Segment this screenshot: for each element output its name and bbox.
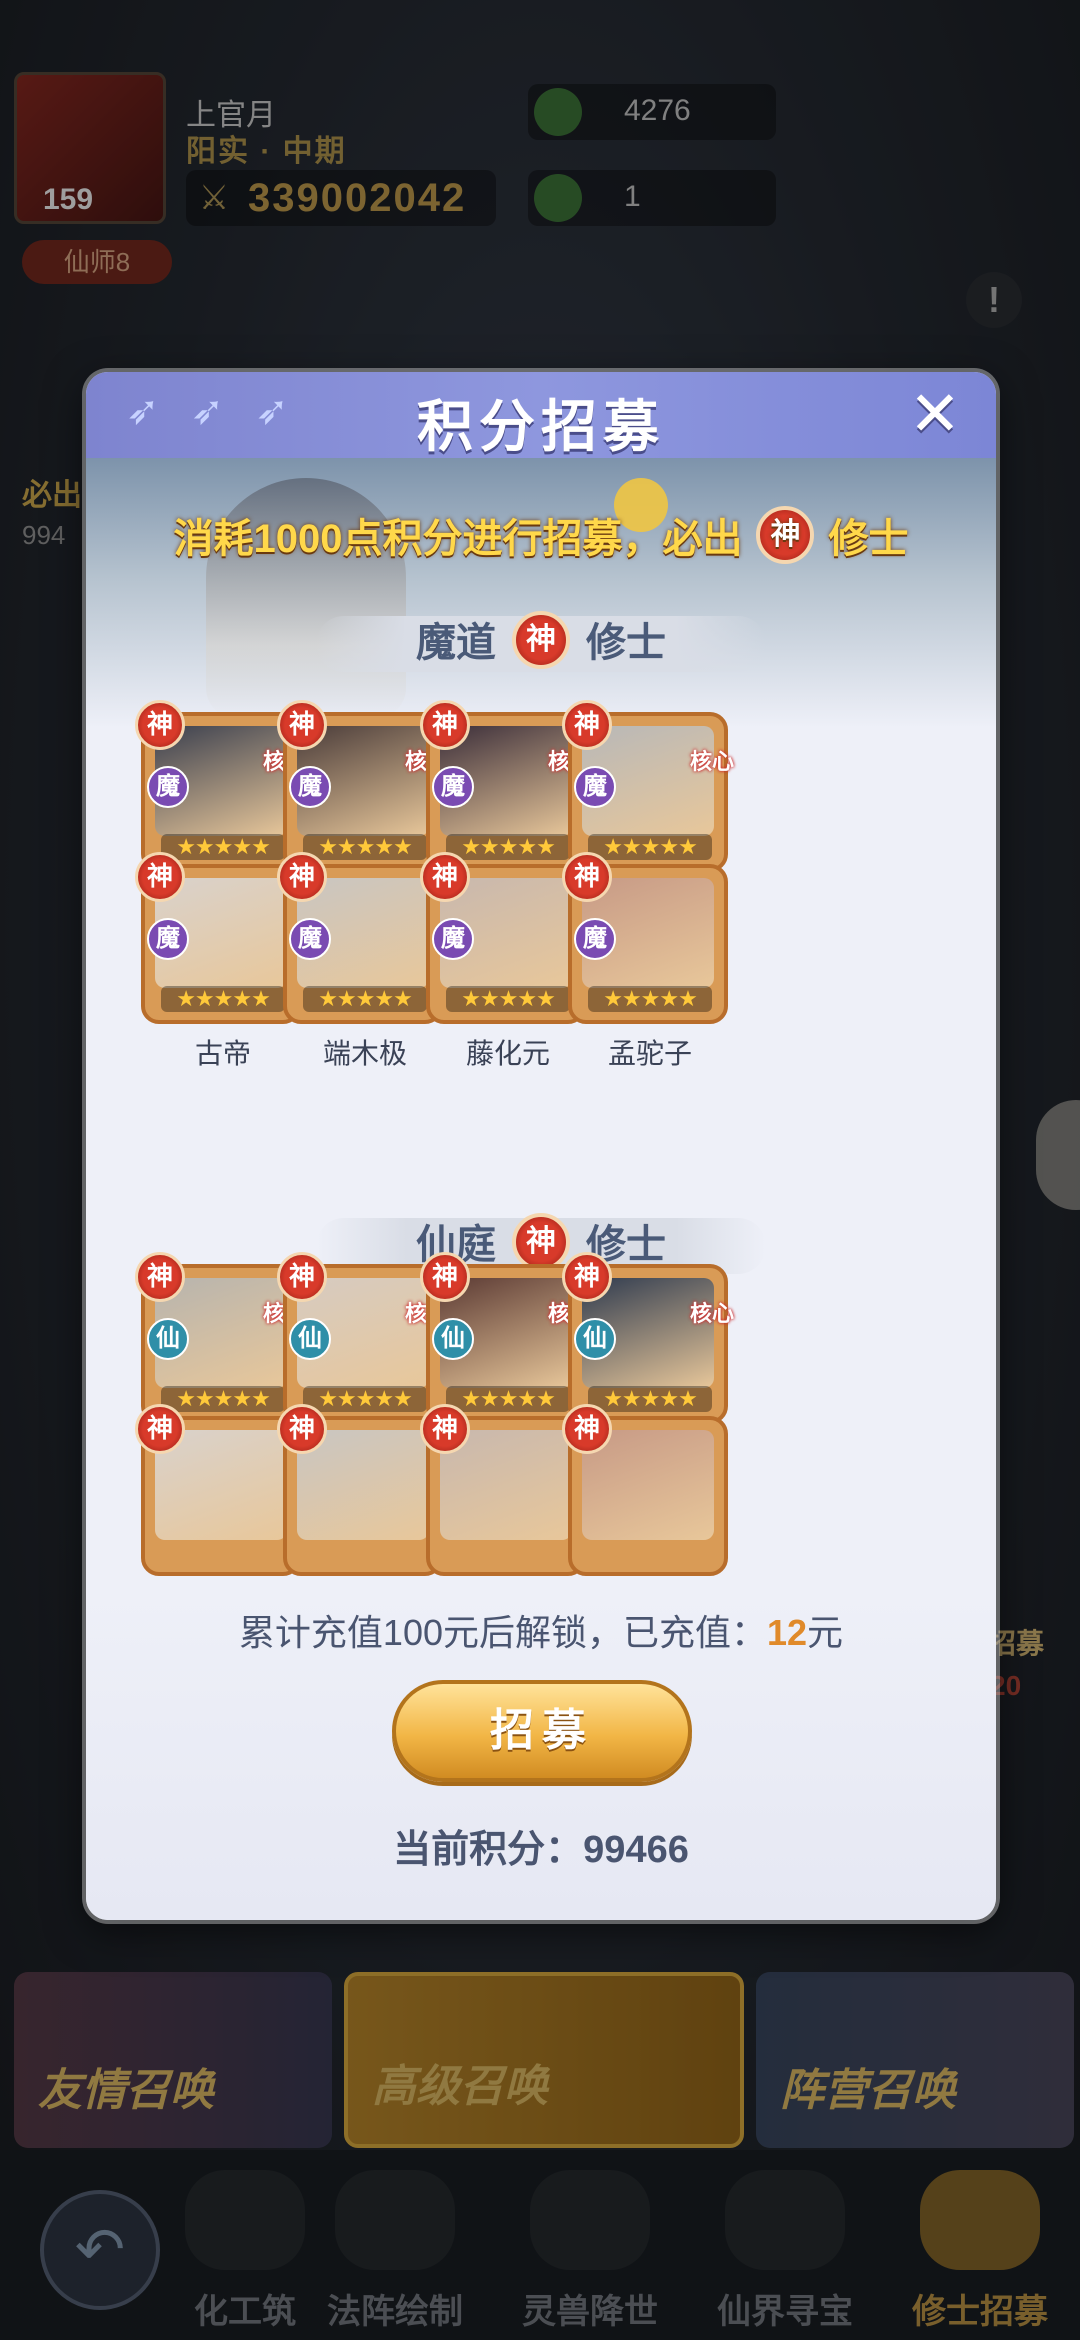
hero-card-partial[interactable]: 神 [562,1404,732,1576]
god-badge-icon: 神 [562,700,612,750]
faction-icon: 魔 [147,918,189,960]
current-points: 当前积分：99466 [393,1829,689,1871]
god-badge-icon: 神 [512,610,570,669]
hero-card[interactable]: ★★★★★神魔核心藤一 [562,700,734,917]
god-badge-icon: 神 [420,700,470,750]
faction-icon: 仙 [432,1318,474,1360]
hero-card[interactable]: ★★★★★ 神魔孟驼子 [562,852,732,1069]
faction-icon: 仙 [289,1318,331,1360]
core-tag: 核心 [689,749,734,774]
star-rating: ★★★★★ [588,986,712,1012]
star-rating: ★★★★★ [446,986,570,1012]
faction-icon: 魔 [574,766,616,808]
god-badge-icon: 神 [135,700,185,750]
faction-icon: 仙 [574,1318,616,1360]
god-badge-icon: 神 [135,852,185,902]
star-rating: ★★★★★ [161,986,285,1012]
recruit-button[interactable]: 招募 [392,1680,692,1782]
faction-icon: 魔 [574,918,616,960]
faction-icon: 魔 [147,766,189,808]
hero-name: 孟驼子 [607,1038,692,1069]
faction-icon: 魔 [289,918,331,960]
god-badge-icon: 神 [756,506,815,564]
unlock-condition: 累计充值100元后解锁，已充值：12元 [238,1612,844,1653]
god-badge-icon: 神 [420,1404,470,1454]
faction-icon: 魔 [432,766,474,808]
god-badge-icon: 神 [562,1404,612,1454]
recharged-amount: 12 [767,1612,808,1653]
core-tag: 核心 [689,1301,734,1326]
god-badge-icon: 神 [277,852,327,902]
section-title-mo: 魔道神修士 [86,602,996,682]
god-badge-icon: 神 [420,1252,470,1302]
faction-icon: 魔 [432,918,474,960]
close-button[interactable]: ✕ [904,384,966,446]
god-badge-icon: 神 [135,1404,185,1454]
faction-icon: 仙 [147,1318,189,1360]
god-badge-icon: 神 [277,700,327,750]
modal-footer: 累计充值100元后解锁，已充值：12元 招募 当前积分：99466 [86,1584,996,1920]
points-value: 99466 [583,1829,689,1871]
modal-title: 积分招募 [417,395,665,458]
god-badge-icon: 神 [420,852,470,902]
points-recruit-modal: ➶ ➶ ➶ 积分招募 ✕ 消耗1000点积分进行招募，必出神修士 魔道神修士 ★… [86,372,996,1920]
faction-icon: 魔 [289,766,331,808]
modal-subtitle: 消耗1000点积分进行招募，必出神修士 [86,506,996,564]
hero-card[interactable]: ★★★★★神仙核心青霜 [562,1252,734,1469]
god-badge-icon: 神 [562,1252,612,1302]
god-badge-icon: 神 [562,852,612,902]
god-badge-icon: 神 [277,1404,327,1454]
god-badge-icon: 神 [135,1252,185,1302]
star-rating: ★★★★★ [303,986,427,1012]
god-badge-icon: 神 [277,1252,327,1302]
modal-header: ➶ ➶ ➶ 积分招募 ✕ [86,372,996,458]
